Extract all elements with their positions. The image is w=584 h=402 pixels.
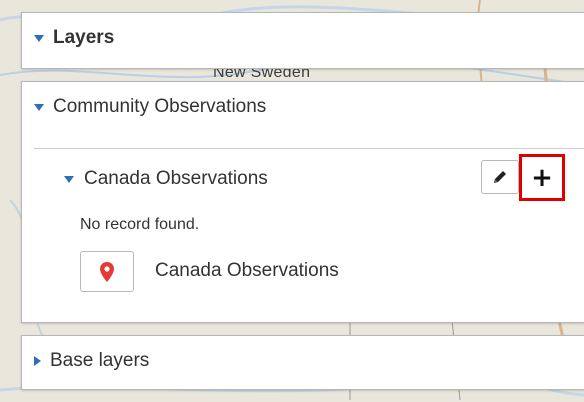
caret-down-icon <box>64 175 74 183</box>
pencil-icon <box>494 171 506 183</box>
community-observations-title: Community Observations <box>53 96 267 117</box>
base-layers-header[interactable]: Base layers <box>34 350 149 372</box>
canada-observations-title: Canada Observations <box>84 168 268 189</box>
caret-down-icon <box>34 103 44 111</box>
add-observation-button[interactable]: + <box>519 154 565 201</box>
legend-marker-button[interactable] <box>80 251 134 292</box>
layers-title: Layers <box>53 27 115 48</box>
layers-panel: Layers <box>21 12 584 69</box>
community-observations-panel: Community Observations Canada Observatio… <box>21 81 584 323</box>
caret-down-icon <box>34 34 44 42</box>
legend-label: Canada Observations <box>155 260 339 281</box>
edit-button[interactable] <box>481 160 519 194</box>
base-layers-panel: Base layers <box>21 335 584 390</box>
caret-right-icon <box>34 356 41 366</box>
community-observations-header[interactable]: Community Observations <box>34 96 266 118</box>
divider <box>34 148 584 149</box>
layers-header[interactable]: Layers <box>34 27 114 49</box>
plus-icon: + <box>531 162 553 193</box>
canada-observations-header[interactable]: Canada Observations <box>64 168 268 190</box>
empty-message: No record found. <box>80 216 200 233</box>
base-layers-title: Base layers <box>50 350 150 371</box>
map-marker-icon <box>100 261 114 282</box>
